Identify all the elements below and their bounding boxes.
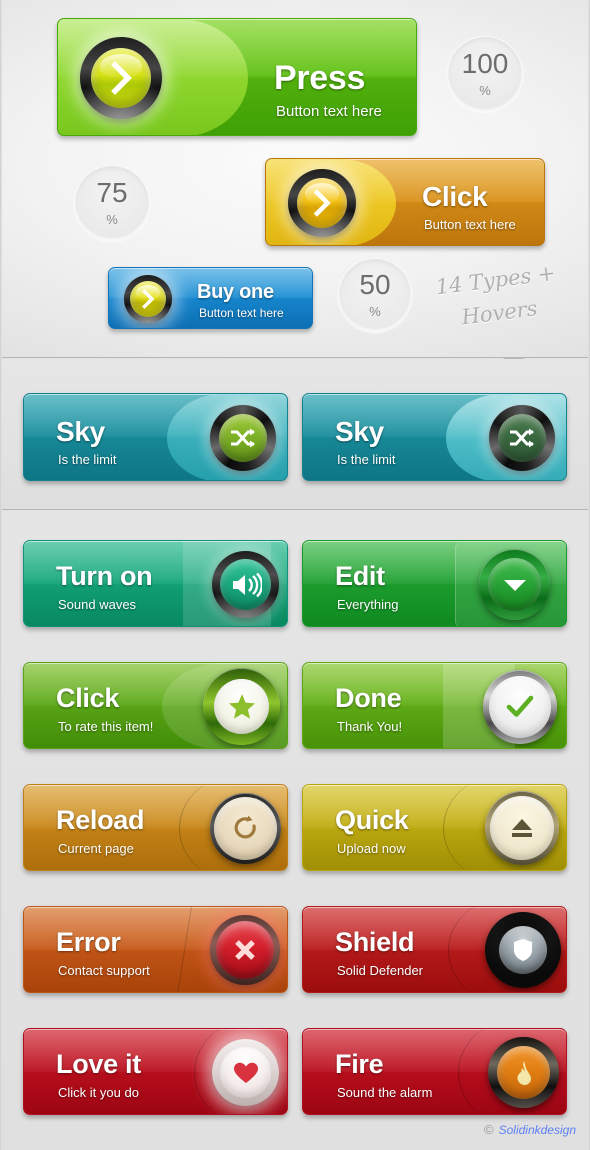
- percent-unit: %: [479, 83, 491, 98]
- press-button-subtitle: Button text here: [276, 103, 382, 120]
- sky-button-hover[interactable]: Sky Is the limit: [302, 393, 567, 481]
- shuffle-icon[interactable]: [210, 405, 276, 471]
- sky-button-title: Sky: [56, 416, 105, 447]
- percent-circle-50: 50 %: [338, 258, 412, 332]
- fire-button-subtitle: Sound the alarm: [337, 1085, 433, 1100]
- shield-icon[interactable]: [485, 912, 561, 988]
- sky-button-normal[interactable]: Sky Is the limit: [23, 393, 288, 481]
- error-button[interactable]: Error Contact support: [23, 906, 288, 993]
- edit-button-title: Edit: [335, 561, 385, 591]
- close-x-icon[interactable]: [210, 915, 280, 985]
- footer-credit: © Solidinkdesign: [484, 1122, 576, 1137]
- click-button-subtitle: Button text here: [424, 217, 516, 232]
- press-button[interactable]: Press Button text here: [57, 18, 417, 136]
- quick-button-title: Quick: [335, 805, 409, 835]
- click-to-rate-button-subtitle: To rate this item!: [58, 719, 154, 734]
- star-icon[interactable]: [203, 668, 280, 745]
- button-showcase-stage: Press Button text here Click Button text…: [0, 0, 590, 1150]
- sky-button-subtitle: Is the limit: [337, 452, 396, 467]
- buy-one-button-subtitle: Button text here: [199, 306, 284, 320]
- error-button-title: Error: [56, 927, 121, 957]
- fire-button-title: Fire: [335, 1049, 384, 1079]
- left-edge-shading: [0, 0, 2, 1150]
- quick-button-subtitle: Upload now: [337, 841, 406, 856]
- heart-icon[interactable]: [212, 1039, 279, 1106]
- speaker-icon[interactable]: [212, 551, 279, 618]
- percent-value: 100: [461, 48, 509, 79]
- click-to-rate-button-title: Click: [56, 683, 120, 713]
- brand-name: Solidinkdesign: [498, 1122, 576, 1137]
- turn-on-button[interactable]: Turn on Sound waves: [23, 540, 288, 627]
- shield-button-title: Shield: [335, 927, 415, 957]
- shuffle-icon[interactable]: [489, 405, 555, 471]
- done-button[interactable]: Done Thank You!: [302, 662, 567, 749]
- shield-button-subtitle: Solid Defender: [337, 963, 423, 978]
- done-button-title: Done: [335, 683, 402, 713]
- flame-icon[interactable]: [488, 1037, 559, 1108]
- done-button-subtitle: Thank You!: [337, 719, 403, 734]
- reload-button[interactable]: Reload Current page: [23, 784, 288, 871]
- percent-value: 50: [359, 269, 391, 300]
- reload-button-subtitle: Current page: [58, 841, 134, 856]
- percent-circle-75: 75 %: [74, 165, 150, 241]
- chevron-right-icon[interactable]: [80, 37, 162, 119]
- copyright-icon: ©: [484, 1122, 494, 1137]
- quick-button[interactable]: Quick Upload now: [302, 784, 567, 871]
- reload-button-title: Reload: [56, 805, 145, 835]
- click-button-title: Click: [422, 181, 488, 212]
- fire-button[interactable]: Fire Sound the alarm: [302, 1028, 567, 1115]
- turn-on-button-subtitle: Sound waves: [58, 597, 137, 612]
- turn-on-button-title: Turn on: [56, 561, 153, 591]
- edit-button[interactable]: Edit Everything: [302, 540, 567, 627]
- sky-button-title: Sky: [335, 416, 384, 447]
- love-it-button-title: Love it: [56, 1049, 141, 1079]
- sky-button-subtitle: Is the limit: [58, 452, 117, 467]
- percent-value: 75: [96, 177, 128, 208]
- love-it-button[interactable]: Love it Click it you do: [23, 1028, 288, 1115]
- error-button-subtitle: Contact support: [58, 963, 150, 978]
- types-and-hovers-tagline: 14 Types + Hovers: [434, 260, 557, 329]
- hero-section: Press Button text here Click Button text…: [0, 0, 590, 358]
- percent-unit: %: [369, 304, 381, 319]
- edit-button-subtitle: Everything: [337, 597, 399, 612]
- buy-one-button-title: Buy one: [197, 281, 274, 303]
- shield-button[interactable]: Shield Solid Defender: [302, 906, 567, 993]
- eject-icon[interactable]: [485, 791, 559, 865]
- chevron-down-icon[interactable]: [479, 549, 550, 620]
- love-it-button-subtitle: Click it you do: [58, 1085, 139, 1100]
- click-button[interactable]: Click Button text here: [265, 158, 545, 246]
- chevron-right-icon[interactable]: [288, 169, 356, 237]
- percent-circle-100: 100 %: [447, 36, 523, 112]
- percent-unit: %: [106, 212, 118, 227]
- refresh-icon[interactable]: [210, 793, 281, 864]
- check-icon[interactable]: [483, 670, 557, 744]
- chevron-right-icon[interactable]: [124, 275, 172, 323]
- buy-one-button[interactable]: Buy one Button text here: [108, 267, 313, 329]
- press-button-title: Press: [274, 59, 366, 97]
- click-to-rate-button[interactable]: Click To rate this item!: [23, 662, 288, 749]
